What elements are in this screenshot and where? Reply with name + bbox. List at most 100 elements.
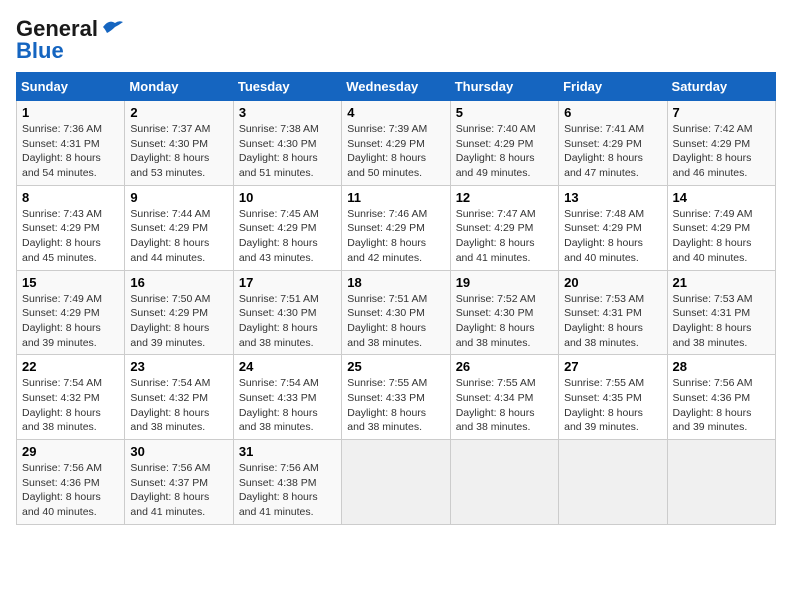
day-info: Sunrise: 7:49 AM Sunset: 4:29 PM Dayligh… bbox=[673, 207, 770, 266]
day-of-week-header: Friday bbox=[559, 73, 667, 101]
calendar-cell: 12 Sunrise: 7:47 AM Sunset: 4:29 PM Dayli… bbox=[450, 185, 558, 270]
day-info: Sunrise: 7:40 AM Sunset: 4:29 PM Dayligh… bbox=[456, 122, 553, 181]
calendar-body: 1Sunrise: 7:36 AM Sunset: 4:31 PM Daylig… bbox=[17, 101, 776, 525]
day-number: 3 bbox=[239, 105, 336, 120]
calendar-cell: 4 Sunrise: 7:39 AM Sunset: 4:29 PM Daylig… bbox=[342, 101, 450, 186]
calendar-week-row: 8 Sunrise: 7:43 AM Sunset: 4:29 PM Daylig… bbox=[17, 185, 776, 270]
day-of-week-header: Saturday bbox=[667, 73, 775, 101]
day-info: Sunrise: 7:56 AM Sunset: 4:37 PM Dayligh… bbox=[130, 461, 227, 520]
calendar-week-row: 1Sunrise: 7:36 AM Sunset: 4:31 PM Daylig… bbox=[17, 101, 776, 186]
calendar-cell: 21 Sunrise: 7:53 AM Sunset: 4:31 PM Dayli… bbox=[667, 270, 775, 355]
day-info: Sunrise: 7:54 AM Sunset: 4:33 PM Dayligh… bbox=[239, 376, 336, 435]
calendar-cell: 19 Sunrise: 7:52 AM Sunset: 4:30 PM Dayli… bbox=[450, 270, 558, 355]
calendar-cell: 29 Sunrise: 7:56 AM Sunset: 4:36 PM Dayli… bbox=[17, 440, 125, 525]
calendar-cell bbox=[342, 440, 450, 525]
day-number: 30 bbox=[130, 444, 227, 459]
day-number: 4 bbox=[347, 105, 444, 120]
calendar-table: SundayMondayTuesdayWednesdayThursdayFrid… bbox=[16, 72, 776, 525]
day-of-week-header: Monday bbox=[125, 73, 233, 101]
calendar-cell: 27 Sunrise: 7:55 AM Sunset: 4:35 PM Dayli… bbox=[559, 355, 667, 440]
calendar-cell: 2 Sunrise: 7:37 AM Sunset: 4:30 PM Daylig… bbox=[125, 101, 233, 186]
day-info: Sunrise: 7:51 AM Sunset: 4:30 PM Dayligh… bbox=[347, 292, 444, 351]
calendar-cell: 6Sunrise: 7:41 AM Sunset: 4:29 PM Daylig… bbox=[559, 101, 667, 186]
day-info: Sunrise: 7:37 AM Sunset: 4:30 PM Dayligh… bbox=[130, 122, 227, 181]
day-number: 13 bbox=[564, 190, 661, 205]
day-number: 24 bbox=[239, 359, 336, 374]
calendar-week-row: 15Sunrise: 7:49 AM Sunset: 4:29 PM Dayli… bbox=[17, 270, 776, 355]
day-info: Sunrise: 7:55 AM Sunset: 4:33 PM Dayligh… bbox=[347, 376, 444, 435]
calendar-cell bbox=[450, 440, 558, 525]
calendar-cell: 30 Sunrise: 7:56 AM Sunset: 4:37 PM Dayli… bbox=[125, 440, 233, 525]
calendar-cell: 8 Sunrise: 7:43 AM Sunset: 4:29 PM Daylig… bbox=[17, 185, 125, 270]
day-info: Sunrise: 7:49 AM Sunset: 4:29 PM Dayligh… bbox=[22, 292, 119, 351]
calendar-cell: 18 Sunrise: 7:51 AM Sunset: 4:30 PM Dayli… bbox=[342, 270, 450, 355]
calendar-week-row: 22 Sunrise: 7:54 AM Sunset: 4:32 PM Dayli… bbox=[17, 355, 776, 440]
calendar-cell: 28Sunrise: 7:56 AM Sunset: 4:36 PM Dayli… bbox=[667, 355, 775, 440]
day-number: 20 bbox=[564, 275, 661, 290]
day-of-week-header: Tuesday bbox=[233, 73, 341, 101]
day-info: Sunrise: 7:55 AM Sunset: 4:35 PM Dayligh… bbox=[564, 376, 661, 435]
day-of-week-header: Wednesday bbox=[342, 73, 450, 101]
day-info: Sunrise: 7:42 AM Sunset: 4:29 PM Dayligh… bbox=[673, 122, 770, 181]
calendar-cell: 3 Sunrise: 7:38 AM Sunset: 4:30 PM Daylig… bbox=[233, 101, 341, 186]
day-number: 21 bbox=[673, 275, 770, 290]
day-info: Sunrise: 7:43 AM Sunset: 4:29 PM Dayligh… bbox=[22, 207, 119, 266]
day-info: Sunrise: 7:50 AM Sunset: 4:29 PM Dayligh… bbox=[130, 292, 227, 351]
page-header: General Blue bbox=[16, 16, 776, 64]
calendar-cell bbox=[559, 440, 667, 525]
day-info: Sunrise: 7:47 AM Sunset: 4:29 PM Dayligh… bbox=[456, 207, 553, 266]
day-number: 12 bbox=[456, 190, 553, 205]
day-info: Sunrise: 7:54 AM Sunset: 4:32 PM Dayligh… bbox=[130, 376, 227, 435]
day-number: 27 bbox=[564, 359, 661, 374]
day-of-week-header: Sunday bbox=[17, 73, 125, 101]
day-info: Sunrise: 7:56 AM Sunset: 4:36 PM Dayligh… bbox=[22, 461, 119, 520]
day-number: 5 bbox=[456, 105, 553, 120]
day-info: Sunrise: 7:54 AM Sunset: 4:32 PM Dayligh… bbox=[22, 376, 119, 435]
day-number: 22 bbox=[22, 359, 119, 374]
calendar-cell: 23 Sunrise: 7:54 AM Sunset: 4:32 PM Dayli… bbox=[125, 355, 233, 440]
calendar-cell: 9Sunrise: 7:44 AM Sunset: 4:29 PM Daylig… bbox=[125, 185, 233, 270]
day-info: Sunrise: 7:55 AM Sunset: 4:34 PM Dayligh… bbox=[456, 376, 553, 435]
day-number: 8 bbox=[22, 190, 119, 205]
day-number: 10 bbox=[239, 190, 336, 205]
calendar-cell: 17 Sunrise: 7:51 AM Sunset: 4:30 PM Dayli… bbox=[233, 270, 341, 355]
day-info: Sunrise: 7:56 AM Sunset: 4:38 PM Dayligh… bbox=[239, 461, 336, 520]
calendar-cell: 14 Sunrise: 7:49 AM Sunset: 4:29 PM Dayli… bbox=[667, 185, 775, 270]
day-number: 18 bbox=[347, 275, 444, 290]
calendar-week-row: 29 Sunrise: 7:56 AM Sunset: 4:36 PM Dayli… bbox=[17, 440, 776, 525]
day-number: 28 bbox=[673, 359, 770, 374]
day-number: 7 bbox=[673, 105, 770, 120]
day-info: Sunrise: 7:48 AM Sunset: 4:29 PM Dayligh… bbox=[564, 207, 661, 266]
calendar-cell bbox=[667, 440, 775, 525]
logo-bird-icon bbox=[101, 19, 123, 35]
calendar-cell: 26Sunrise: 7:55 AM Sunset: 4:34 PM Dayli… bbox=[450, 355, 558, 440]
day-info: Sunrise: 7:39 AM Sunset: 4:29 PM Dayligh… bbox=[347, 122, 444, 181]
day-number: 14 bbox=[673, 190, 770, 205]
day-header-row: SundayMondayTuesdayWednesdayThursdayFrid… bbox=[17, 73, 776, 101]
calendar-header: SundayMondayTuesdayWednesdayThursdayFrid… bbox=[17, 73, 776, 101]
calendar-cell: 13 Sunrise: 7:48 AM Sunset: 4:29 PM Dayli… bbox=[559, 185, 667, 270]
calendar-cell: 24 Sunrise: 7:54 AM Sunset: 4:33 PM Dayli… bbox=[233, 355, 341, 440]
calendar-cell: 16 Sunrise: 7:50 AM Sunset: 4:29 PM Dayli… bbox=[125, 270, 233, 355]
logo-blue: Blue bbox=[16, 38, 64, 64]
day-number: 23 bbox=[130, 359, 227, 374]
logo: General Blue bbox=[16, 16, 123, 64]
day-info: Sunrise: 7:38 AM Sunset: 4:30 PM Dayligh… bbox=[239, 122, 336, 181]
day-number: 31 bbox=[239, 444, 336, 459]
calendar-cell: 7 Sunrise: 7:42 AM Sunset: 4:29 PM Daylig… bbox=[667, 101, 775, 186]
calendar-cell: 5 Sunrise: 7:40 AM Sunset: 4:29 PM Daylig… bbox=[450, 101, 558, 186]
day-number: 2 bbox=[130, 105, 227, 120]
day-info: Sunrise: 7:45 AM Sunset: 4:29 PM Dayligh… bbox=[239, 207, 336, 266]
day-number: 16 bbox=[130, 275, 227, 290]
day-of-week-header: Thursday bbox=[450, 73, 558, 101]
calendar-cell: 25 Sunrise: 7:55 AM Sunset: 4:33 PM Dayli… bbox=[342, 355, 450, 440]
day-info: Sunrise: 7:53 AM Sunset: 4:31 PM Dayligh… bbox=[673, 292, 770, 351]
day-number: 25 bbox=[347, 359, 444, 374]
day-info: Sunrise: 7:46 AM Sunset: 4:29 PM Dayligh… bbox=[347, 207, 444, 266]
day-info: Sunrise: 7:52 AM Sunset: 4:30 PM Dayligh… bbox=[456, 292, 553, 351]
day-number: 17 bbox=[239, 275, 336, 290]
day-number: 29 bbox=[22, 444, 119, 459]
day-number: 19 bbox=[456, 275, 553, 290]
calendar-cell: 1Sunrise: 7:36 AM Sunset: 4:31 PM Daylig… bbox=[17, 101, 125, 186]
day-info: Sunrise: 7:51 AM Sunset: 4:30 PM Dayligh… bbox=[239, 292, 336, 351]
